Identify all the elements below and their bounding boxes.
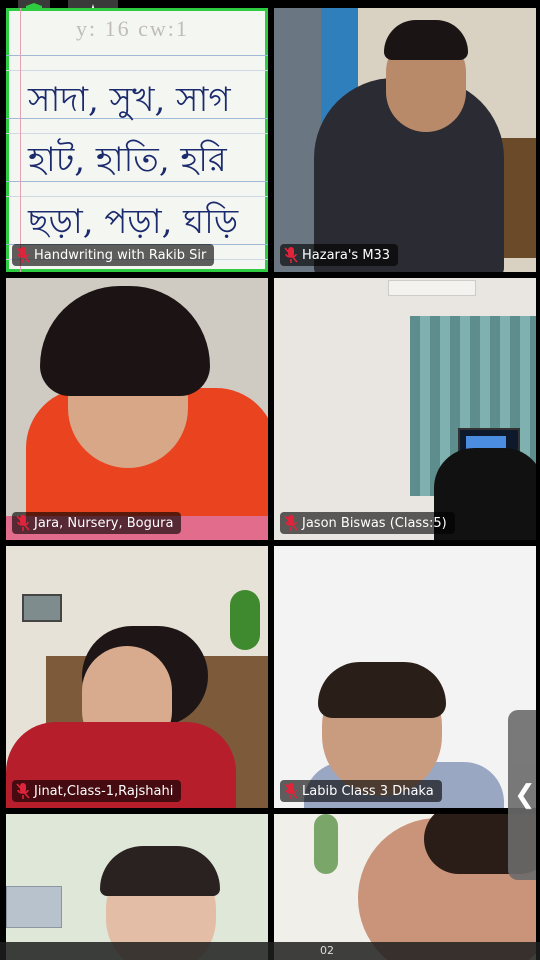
- video-tile[interactable]: [6, 814, 268, 960]
- mic-muted-icon: [284, 514, 298, 532]
- video-tile[interactable]: Jinat,Class-1,Rajshahi: [6, 546, 268, 808]
- background-screen: [6, 886, 62, 928]
- mic-muted-icon: [284, 246, 298, 264]
- handwriting-line-1: সাদা, সুখ, সাগ: [28, 80, 231, 120]
- participant-name: Hazara's M33: [302, 247, 391, 263]
- participant-nameplate: Labib Class 3 Dhaka: [280, 780, 442, 802]
- wall-frame: [22, 594, 62, 622]
- participant-nameplate: Hazara's M33: [280, 244, 399, 266]
- participant-name: Handwriting with Rakib Sir: [34, 247, 207, 263]
- mic-muted-icon: [284, 782, 298, 800]
- participant-name: Jara, Nursery, Bogura: [34, 515, 174, 531]
- participant-name: Labib Class 3 Dhaka: [302, 783, 434, 799]
- air-conditioner: [388, 280, 476, 296]
- mic-muted-icon: [16, 782, 30, 800]
- page-header-text: y: 16 cw:1: [76, 16, 189, 41]
- video-tile[interactable]: Hazara's M33: [274, 8, 536, 272]
- participant-hair: [40, 286, 210, 396]
- mic-muted-icon: [16, 514, 30, 532]
- video-tile-host[interactable]: y: 16 cw:1 সাদা, সুখ, সাগ হাট, হাতি, হরি…: [6, 8, 268, 272]
- participant-nameplate: Jason Biswas (Class:5): [280, 512, 455, 534]
- chevron-left-icon: ❮: [514, 780, 536, 810]
- page-indicator: 02: [320, 944, 334, 957]
- video-tile[interactable]: Labib Class 3 Dhaka: [274, 546, 536, 808]
- participant-nameplate: Handwriting with Rakib Sir: [12, 244, 215, 266]
- participant-name: Jason Biswas (Class:5): [302, 515, 447, 531]
- bottom-bar: 02: [0, 942, 540, 960]
- video-tile[interactable]: Jara, Nursery, Bogura: [6, 278, 268, 540]
- participant-name: Jinat,Class-1,Rajshahi: [34, 783, 174, 799]
- participant-hair: [100, 846, 220, 896]
- video-tile[interactable]: Jason Biswas (Class:5): [274, 278, 536, 540]
- gallery-side-handle[interactable]: ❮: [508, 710, 536, 880]
- participant-nameplate: Jara, Nursery, Bogura: [12, 512, 182, 534]
- handwriting-line-2: হাট, হাতি, হরি: [28, 140, 227, 180]
- plant: [314, 814, 338, 874]
- mic-muted-icon: [16, 246, 30, 264]
- plant: [230, 590, 260, 650]
- participant-hair: [318, 662, 446, 718]
- participant-nameplate: Jinat,Class-1,Rajshahi: [12, 780, 182, 802]
- video-tile[interactable]: [274, 814, 536, 960]
- participant-hair: [384, 20, 468, 60]
